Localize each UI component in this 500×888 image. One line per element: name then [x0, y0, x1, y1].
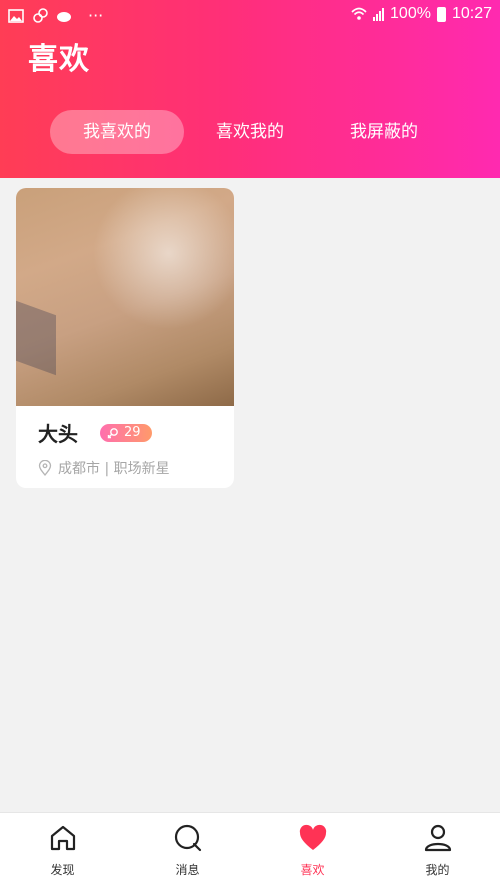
- nav-discover[interactable]: 发现: [0, 813, 125, 888]
- link-icon: [33, 7, 48, 23]
- profile-name: 大头: [38, 422, 78, 446]
- tab-bar: 我喜欢的 喜欢我的 我屏蔽的: [50, 110, 470, 154]
- page-title: 喜欢: [28, 42, 90, 77]
- tab-blocked[interactable]: 我屏蔽的: [334, 110, 434, 154]
- header: ··· 100% 10:27 喜欢 我喜欢的 喜欢我的 我屏蔽的: [0, 0, 500, 178]
- location-pin-icon: [38, 460, 52, 476]
- nav-messages-label: 消息: [175, 863, 200, 877]
- battery-percent: 100%: [390, 5, 431, 22]
- profile-location: 成都市 | 职场新星: [38, 458, 170, 478]
- signal-icon: [373, 7, 385, 21]
- age-badge: 29: [100, 424, 152, 442]
- tab-liked-me[interactable]: 喜欢我的: [200, 110, 300, 154]
- gallery-icon: [8, 8, 24, 23]
- status-bar: ··· 100% 10:27: [0, 0, 500, 30]
- photo-shadow: [16, 300, 56, 376]
- status-left: ···: [8, 6, 103, 25]
- nav-messages[interactable]: 消息: [125, 813, 250, 888]
- location-text: 成都市 | 职场新星: [58, 461, 170, 477]
- bottom-nav: 发现 消息 喜欢 我的: [0, 812, 500, 888]
- battery-icon: [436, 6, 446, 22]
- nav-likes[interactable]: 喜欢: [250, 813, 375, 888]
- heart-icon: [299, 824, 327, 850]
- nav-profile-label: 我的: [425, 863, 450, 877]
- status-time: 10:27: [451, 5, 492, 22]
- status-dots: ···: [88, 6, 104, 25]
- profile-icon: [424, 824, 452, 852]
- home-icon: [50, 825, 76, 851]
- gender-icon: [107, 428, 118, 439]
- age-value: 29: [124, 425, 141, 440]
- wifi-icon: [351, 7, 367, 20]
- profile-card[interactable]: 大头 29 成都市 | 职场新星: [16, 188, 234, 488]
- nav-likes-label: 喜欢: [300, 863, 325, 877]
- nav-profile[interactable]: 我的: [375, 813, 500, 888]
- cloud-icon: [57, 11, 71, 22]
- status-right: 100% 10:27: [351, 5, 492, 23]
- message-icon: [174, 824, 202, 852]
- nav-discover-label: 发现: [50, 863, 75, 877]
- tab-i-liked[interactable]: 我喜欢的: [50, 110, 184, 154]
- profile-photo[interactable]: [16, 188, 234, 406]
